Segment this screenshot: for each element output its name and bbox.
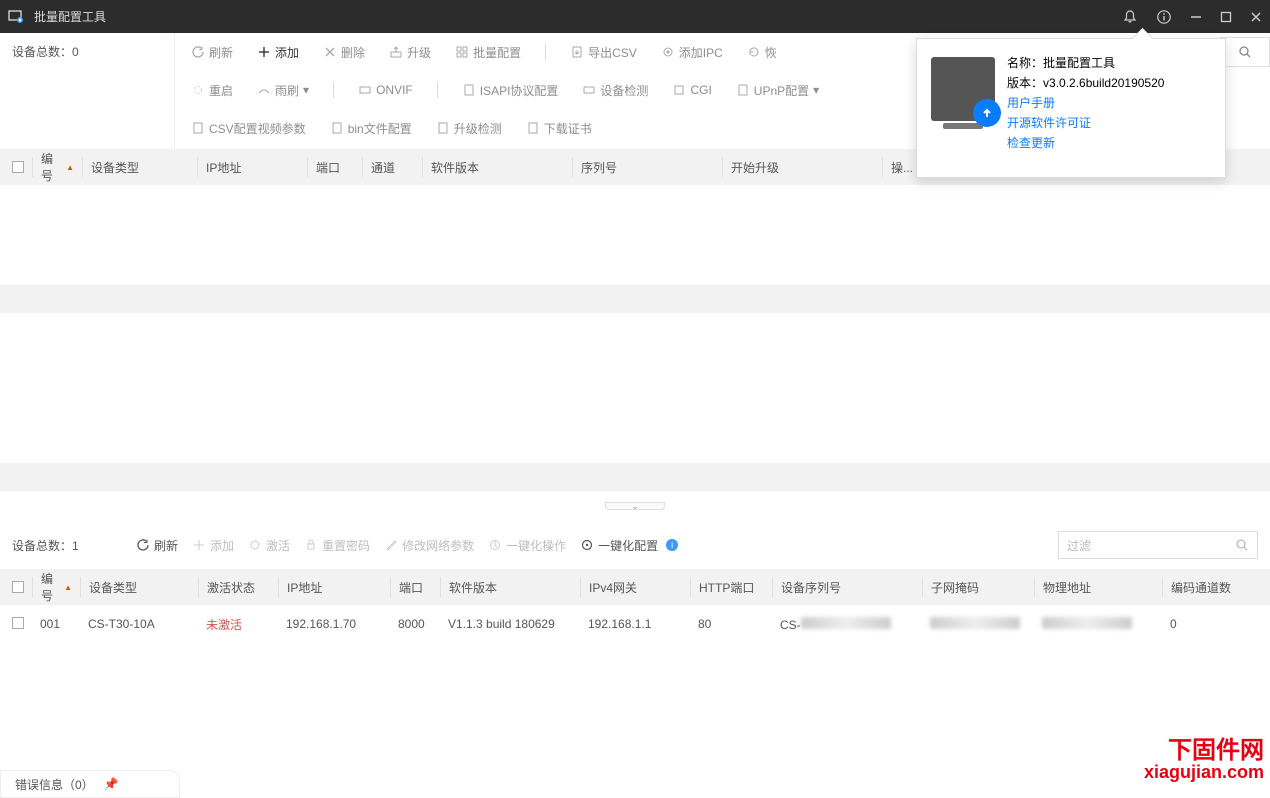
- info-icon[interactable]: [1156, 9, 1172, 25]
- refresh-button[interactable]: 刷新: [185, 38, 239, 66]
- redacted-mac: [1042, 617, 1132, 629]
- panel2-toolbar: 设备总数：1 刷新 添加 激活 重置密码 修改网络参数 一键化操作 一键化配置i…: [0, 521, 1270, 569]
- table2-header: 编号▲ 设备类型 激活状态 IP地址 端口 软件版本 IPv4网关 HTTP端口…: [0, 569, 1270, 605]
- wiper-button[interactable]: 雨刷 ▾: [251, 76, 315, 104]
- upnp-button[interactable]: UPnP配置 ▾: [730, 76, 825, 104]
- device-count-top: 设备总数：0: [12, 43, 79, 60]
- batch-config-button[interactable]: 批量配置: [449, 38, 527, 66]
- sort-arrow-icon[interactable]: ▲: [64, 583, 72, 592]
- error-info-label: 错误信息（0）: [15, 776, 94, 793]
- checkbox-all-top[interactable]: [12, 161, 24, 173]
- monitor-upload-icon: [931, 57, 995, 121]
- license-link[interactable]: 开源软件许可证: [1007, 113, 1211, 133]
- check-update-link[interactable]: 检查更新: [1007, 133, 1211, 153]
- delete-button[interactable]: 删除: [317, 38, 371, 66]
- row-checkbox[interactable]: [12, 617, 24, 629]
- oneclick-op-button[interactable]: 一键化操作: [488, 537, 566, 554]
- cgi-button[interactable]: CGI: [666, 76, 717, 104]
- status-badge: 未激活: [198, 616, 278, 633]
- redacted-subnet: [930, 617, 1020, 629]
- app-icon: [8, 8, 26, 26]
- close-icon[interactable]: [1250, 11, 1262, 23]
- oneclick-cfg-button[interactable]: 一键化配置i: [580, 537, 678, 554]
- window-controls: [1122, 9, 1262, 25]
- export-csv-button[interactable]: 导出CSV: [564, 38, 643, 66]
- activate-button[interactable]: 激活: [248, 537, 290, 554]
- detect-button[interactable]: 设备检测: [576, 76, 654, 104]
- device-count-bottom: 设备总数：1: [12, 537, 122, 554]
- about-popover: 名称：批量配置工具 版本：v3.0.2.6build20190520 用户手册 …: [916, 38, 1226, 178]
- refresh2-button[interactable]: 刷新: [136, 537, 178, 554]
- splitter-handle[interactable]: ⌄: [605, 502, 665, 510]
- download-cert-button[interactable]: 下载证书: [520, 114, 598, 142]
- search-box[interactable]: [1220, 37, 1270, 67]
- add2-button[interactable]: 添加: [192, 537, 234, 554]
- watermark: 下固件网 xiagujian.com: [1144, 738, 1264, 782]
- upgrade-button[interactable]: 升级: [383, 38, 437, 66]
- info-badge-icon[interactable]: i: [666, 539, 678, 551]
- titlebar: 批量配置工具: [0, 0, 1270, 33]
- app-title: 批量配置工具: [34, 8, 1122, 25]
- modify-net-button[interactable]: 修改网络参数: [384, 537, 474, 554]
- search-icon: [1235, 538, 1249, 552]
- upgrade-check-button[interactable]: 升级检测: [430, 114, 508, 142]
- sort-arrow-icon[interactable]: ▲: [66, 163, 74, 172]
- checkbox-all-bottom[interactable]: [12, 581, 24, 593]
- restore-button[interactable]: 恢: [741, 38, 783, 66]
- reboot-button[interactable]: 重启: [185, 76, 239, 104]
- status-bar[interactable]: 错误信息（0） 📌: [0, 770, 180, 798]
- pin-icon[interactable]: 📌: [104, 777, 119, 791]
- filter-input[interactable]: 过滤: [1058, 531, 1258, 559]
- manual-link[interactable]: 用户手册: [1007, 93, 1211, 113]
- add-ipc-button[interactable]: 添加IPC: [655, 38, 729, 66]
- onvif-button[interactable]: ONVIF: [352, 76, 419, 104]
- isapi-button[interactable]: ISAPI协议配置: [456, 76, 565, 104]
- bell-icon[interactable]: [1122, 9, 1138, 25]
- redacted-serial: [801, 617, 891, 629]
- table-row[interactable]: 001 CS-T30-10A 未激活 192.168.1.70 8000 V1.…: [0, 605, 1270, 643]
- chevron-down-icon: ▾: [813, 83, 819, 97]
- maximize-icon[interactable]: [1220, 11, 1232, 23]
- add-button[interactable]: 添加: [251, 38, 305, 66]
- csv-video-button[interactable]: CSV配置视频参数: [185, 114, 312, 142]
- bin-config-button[interactable]: bin文件配置: [324, 114, 418, 142]
- minimize-icon[interactable]: [1190, 11, 1202, 23]
- chevron-down-icon: ▾: [303, 83, 309, 97]
- reset-pwd-button[interactable]: 重置密码: [304, 537, 370, 554]
